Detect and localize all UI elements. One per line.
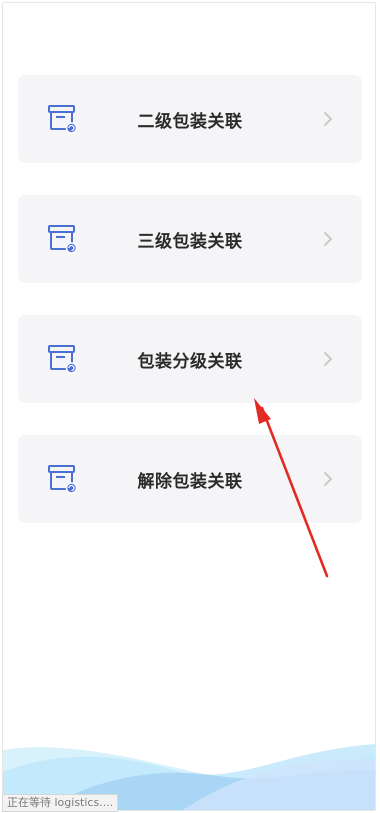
chevron-right-icon [324,352,332,366]
app-window: 二级包装关联 三级包装关联 包装分级关联 解除包装关联 [2,2,376,811]
menu-item-label: 解除包装关联 [137,471,243,492]
menu-item-label: 二级包装关联 [137,111,243,132]
menu-item-label: 包装分级关联 [137,351,243,372]
loading-status: 正在等待 logistics.... [2,794,119,812]
menu-item-secondary-package-link[interactable]: 二级包装关联 [18,75,362,163]
menu-item-package-level-link[interactable]: 包装分级关联 [18,315,362,403]
menu-item-unlink-package[interactable]: 解除包装关联 [18,435,362,523]
chevron-right-icon [324,472,332,486]
chevron-right-icon [324,112,332,126]
package-menu: 二级包装关联 三级包装关联 包装分级关联 解除包装关联 [18,75,362,555]
menu-item-label: 三级包装关联 [137,231,243,252]
chevron-right-icon [324,232,332,246]
menu-item-tertiary-package-link[interactable]: 三级包装关联 [18,195,362,283]
